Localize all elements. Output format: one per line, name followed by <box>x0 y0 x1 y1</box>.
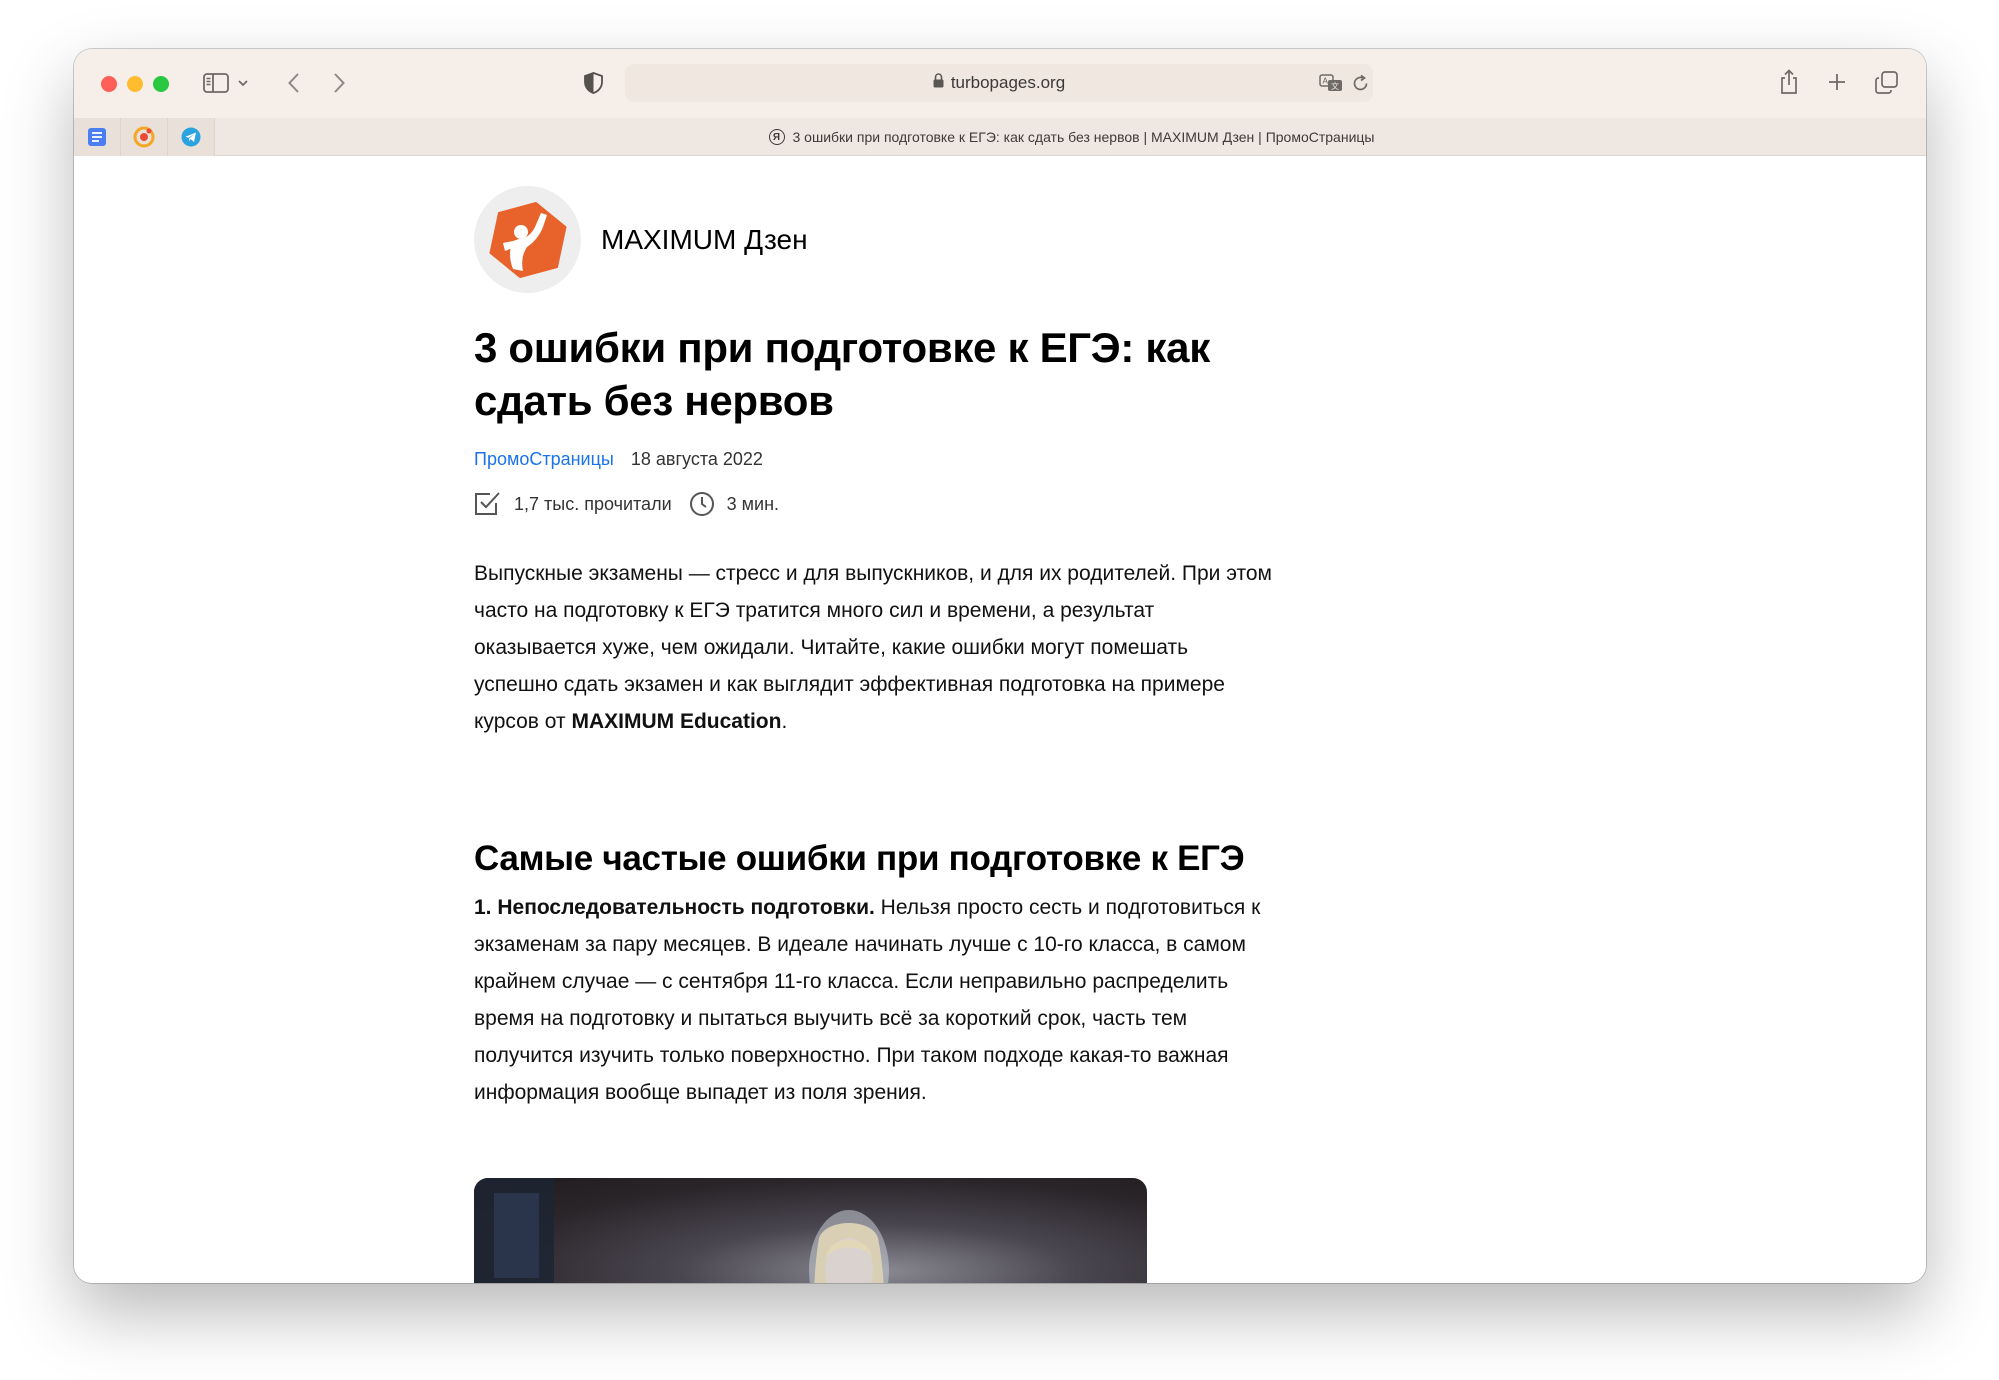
back-icon[interactable] <box>284 72 302 94</box>
tab-title: 3 ошибки при подготовке к ЕГЭ: как сдать… <box>792 129 1375 145</box>
page-content: MAXIMUM Дзен 3 ошибки при подготовке к Е… <box>74 157 1926 1283</box>
article-photo[interactable] <box>474 1178 1147 1283</box>
reads-stat: 1,7 тыс. прочитали <box>474 491 672 517</box>
sidebar-icon[interactable] <box>202 71 230 95</box>
shield-icon[interactable] <box>582 71 604 95</box>
point-1-text: Нельзя просто сесть и подготовиться к эк… <box>474 896 1261 1104</box>
browser-window: turbopages.org A文 Я 3 ошибки при подгото… <box>74 49 1926 1283</box>
channel-name[interactable]: MAXIMUM Дзен <box>601 224 808 256</box>
channel-header[interactable]: MAXIMUM Дзен <box>474 186 808 293</box>
intro-text: Выпускные экзамены — стресс и для выпуск… <box>474 562 1272 733</box>
read-time-stat: 3 мин. <box>689 491 779 517</box>
point-1-paragraph: 1. Непоследовательность подготовки. Нель… <box>474 889 1274 1111</box>
svg-text:A: A <box>1323 77 1329 86</box>
svg-text:文: 文 <box>1331 81 1339 91</box>
tab-bar: Я 3 ошибки при подготовке к ЕГЭ: как сда… <box>74 118 1926 156</box>
music-icon <box>133 126 155 148</box>
zoom-window-button[interactable] <box>153 76 169 92</box>
article-stats: 1,7 тыс. прочитали 3 мин. <box>474 491 796 517</box>
source-link[interactable]: ПромоСтраницы <box>474 449 614 470</box>
lock-icon <box>933 73 944 93</box>
pinned-tab-telegram[interactable] <box>168 118 215 156</box>
pinned-tab-music[interactable] <box>121 118 168 156</box>
tab-active[interactable]: Я 3 ошибки при подготовке к ЕГЭ: как сда… <box>217 118 1926 156</box>
checkbox-icon <box>475 492 500 515</box>
article-title: 3 ошибки при подготовке к ЕГЭ: как сдать… <box>474 324 1210 424</box>
tabs-overview-icon[interactable] <box>1874 70 1898 94</box>
reload-icon[interactable] <box>1350 73 1370 93</box>
browser-toolbar: turbopages.org A文 <box>74 49 1926 118</box>
chevron-down-icon[interactable] <box>237 76 249 90</box>
section-heading: Самые частые ошибки при подготовке к ЕГЭ <box>474 839 1245 878</box>
translate-icon[interactable]: A文 <box>1318 73 1344 93</box>
minimize-window-button[interactable] <box>127 76 143 92</box>
clock-icon <box>689 492 714 516</box>
telegram-icon <box>181 127 201 147</box>
forward-icon[interactable] <box>330 72 348 94</box>
reads-count: 1,7 тыс. прочитали <box>514 493 672 514</box>
yandex-icon: Я <box>768 129 785 145</box>
photo-girl-laptop <box>474 1178 889 1283</box>
url-text: turbopages.org <box>950 73 1066 92</box>
plus-icon[interactable] <box>1827 72 1847 92</box>
address-bar[interactable]: turbopages.org A文 <box>625 64 1373 102</box>
channel-avatar[interactable] <box>474 186 581 293</box>
read-time: 3 мин. <box>726 493 780 514</box>
pinned-tab-docs[interactable] <box>74 118 121 156</box>
intro-bold: MAXIMUM Education <box>571 710 782 733</box>
close-window-button[interactable] <box>101 76 117 92</box>
publish-date: 18 августа 2022 <box>630 449 763 469</box>
article-meta: ПромоСтраницы 18 августа 2022 <box>474 449 763 470</box>
intro-paragraph: Выпускные экзамены — стресс и для выпуск… <box>474 555 1274 740</box>
maximum-logo-icon <box>488 201 567 278</box>
intro-end: . <box>781 710 788 733</box>
share-icon[interactable] <box>1778 68 1800 96</box>
docs-icon <box>88 128 106 146</box>
point-1-title: 1. Непоследовательность подготовки. <box>474 896 875 919</box>
